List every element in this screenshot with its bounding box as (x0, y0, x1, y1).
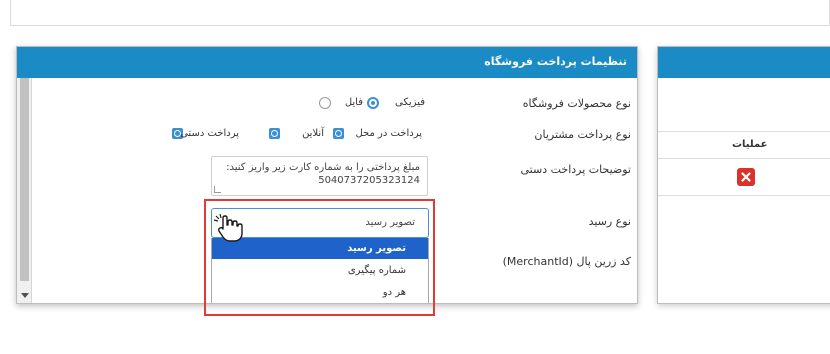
payment-type-label: نوع پرداخت مشتریان (534, 128, 631, 141)
scroll-thumb[interactable] (20, 61, 29, 281)
top-bar (10, 0, 830, 26)
product-type-label: نوع محصولات فروشگاه (522, 97, 631, 110)
panel-title: تنظیمات پرداخت فروشگاه (484, 55, 627, 68)
scrollbar[interactable] (17, 47, 32, 303)
product-type-physical-text: فیزیکی (395, 97, 425, 108)
receipt-type-label: نوع رسید (588, 215, 631, 228)
zarinpal-label: کد زرین پال (MerchantId) (502, 255, 631, 268)
operations-panel-header (658, 47, 830, 78)
manual-desc-textarea[interactable]: مبلغ پرداختی را به شماره کارت زیر واریز … (211, 156, 428, 196)
operations-column-header: عملیات (732, 139, 768, 150)
scroll-down-arrow-icon[interactable] (21, 293, 29, 298)
delete-button[interactable] (737, 168, 755, 186)
payment-cod-text: پرداخت در محل (355, 128, 422, 139)
payment-online-checkbox[interactable] (269, 128, 280, 139)
manual-desc-label: توضیحات پرداخت دستی (520, 163, 632, 176)
payment-online-text: آنلاین (302, 128, 324, 139)
product-type-physical-radio[interactable] (367, 97, 379, 109)
payment-cod-checkbox[interactable] (333, 128, 344, 139)
manual-desc-line1: مبلغ پرداختی را به شماره کارت زیر واریز … (226, 162, 420, 173)
delete-icon (741, 172, 751, 182)
operations-panel: عملیات (657, 46, 830, 304)
payment-manual-text: پرداخت دستی (180, 128, 239, 139)
manual-desc-line2: 5040737205323124 (318, 175, 420, 186)
resize-grip-icon[interactable] (214, 186, 221, 193)
table-divider (658, 195, 830, 196)
product-type-file-radio[interactable] (319, 97, 331, 109)
panel-header: تنظیمات پرداخت فروشگاه (17, 47, 637, 78)
table-divider (658, 131, 830, 132)
product-type-file-text: فایل (344, 97, 363, 108)
table-divider (658, 158, 830, 159)
highlight-annotation-box (204, 199, 435, 316)
